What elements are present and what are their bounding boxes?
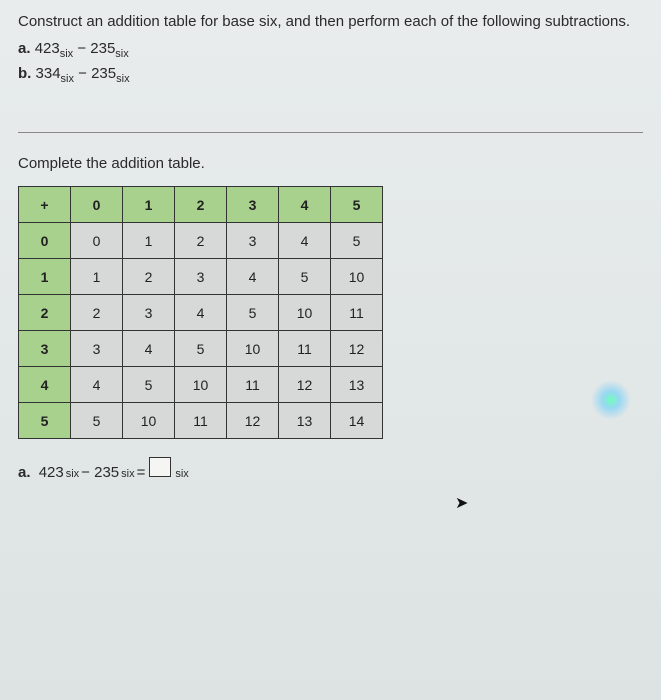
- table-cell: 13: [331, 367, 383, 403]
- table-cell: 5: [123, 367, 175, 403]
- answer-a-rsub: six: [175, 468, 188, 480]
- row-header: 0: [19, 223, 71, 259]
- table-cell: 3: [227, 223, 279, 259]
- row-header: 3: [19, 331, 71, 367]
- table-cell: 13: [279, 403, 331, 439]
- row-header: 2: [19, 295, 71, 331]
- table-cell: 2: [175, 223, 227, 259]
- problem-b-op: − 235: [74, 65, 116, 82]
- table-cell: 14: [331, 403, 383, 439]
- table-row: 5 5 10 11 12 13 14: [19, 403, 383, 439]
- col-header: 5: [331, 187, 383, 223]
- answer-a-sub2: six: [121, 468, 134, 480]
- table-cell: 5: [71, 403, 123, 439]
- problem-b-sub2: six: [116, 73, 129, 85]
- table-cell: 1: [123, 223, 175, 259]
- instruction-text: Complete the addition table.: [18, 155, 643, 172]
- table-cell: 12: [279, 367, 331, 403]
- table-cell: 4: [175, 295, 227, 331]
- table-cell: 4: [227, 259, 279, 295]
- table-row: 0 0 1 2 3 4 5: [19, 223, 383, 259]
- problem-a-op: − 235: [73, 40, 115, 57]
- table-cell: 10: [331, 259, 383, 295]
- answer-input-box[interactable]: [149, 457, 171, 477]
- row-header: 5: [19, 403, 71, 439]
- col-header: 3: [227, 187, 279, 223]
- table-corner: +: [19, 187, 71, 223]
- cursor-icon: ➤: [455, 493, 468, 513]
- problem-b-label: b.: [18, 65, 31, 82]
- table-cell: 0: [71, 223, 123, 259]
- answer-a-eq: =: [137, 464, 146, 481]
- table-cell: 5: [331, 223, 383, 259]
- table-cell: 11: [227, 367, 279, 403]
- table-row: 3 3 4 5 10 11 12: [19, 331, 383, 367]
- table-cell: 12: [331, 331, 383, 367]
- table-cell: 5: [227, 295, 279, 331]
- problem-a: a. 423six − 235six: [18, 38, 643, 63]
- problem-a-lhs: 423: [35, 40, 60, 57]
- answer-a-sub1: six: [66, 468, 79, 480]
- table-cell: 10: [123, 403, 175, 439]
- problem-intro: Construct an addition table for base six…: [18, 10, 643, 34]
- answer-a-op: − 235: [81, 464, 119, 481]
- answer-a-label: a.: [18, 464, 31, 481]
- table-cell: 11: [175, 403, 227, 439]
- answer-a-lhs: 423: [39, 464, 64, 481]
- col-header: 1: [123, 187, 175, 223]
- table-cell: 10: [279, 295, 331, 331]
- table-cell: 3: [175, 259, 227, 295]
- table-cell: 5: [279, 259, 331, 295]
- col-header: 2: [175, 187, 227, 223]
- table-row: 4 4 5 10 11 12 13: [19, 367, 383, 403]
- problem-a-sub1: six: [60, 48, 73, 60]
- table-cell: 12: [227, 403, 279, 439]
- table-cell: 4: [123, 331, 175, 367]
- section-divider: [18, 132, 643, 133]
- table-cell: 10: [175, 367, 227, 403]
- problem-b-lhs: 334: [36, 65, 61, 82]
- table-cell: 10: [227, 331, 279, 367]
- col-header: 0: [71, 187, 123, 223]
- problem-b: b. 334six − 235six: [18, 63, 643, 88]
- row-header: 1: [19, 259, 71, 295]
- table-cell: 2: [123, 259, 175, 295]
- table-cell: 5: [175, 331, 227, 367]
- table-cell: 11: [279, 331, 331, 367]
- table-cell: 1: [71, 259, 123, 295]
- table-row: 2 2 3 4 5 10 11: [19, 295, 383, 331]
- addition-table: + 0 1 2 3 4 5 0 0 1 2 3 4 5 1 1 2 3 4 5 …: [18, 186, 383, 439]
- table-cell: 2: [71, 295, 123, 331]
- table-cell: 11: [331, 295, 383, 331]
- table-row: 1 1 2 3 4 5 10: [19, 259, 383, 295]
- lens-flare-artifact: [591, 380, 631, 420]
- col-header: 4: [279, 187, 331, 223]
- answer-line-a: a. 423six − 235six = six: [18, 457, 643, 481]
- problem-a-sub2: six: [115, 48, 128, 60]
- row-header: 4: [19, 367, 71, 403]
- table-cell: 3: [123, 295, 175, 331]
- problem-a-label: a.: [18, 40, 31, 57]
- table-cell: 3: [71, 331, 123, 367]
- problem-b-sub1: six: [61, 73, 74, 85]
- table-header-row: + 0 1 2 3 4 5: [19, 187, 383, 223]
- table-cell: 4: [279, 223, 331, 259]
- table-cell: 4: [71, 367, 123, 403]
